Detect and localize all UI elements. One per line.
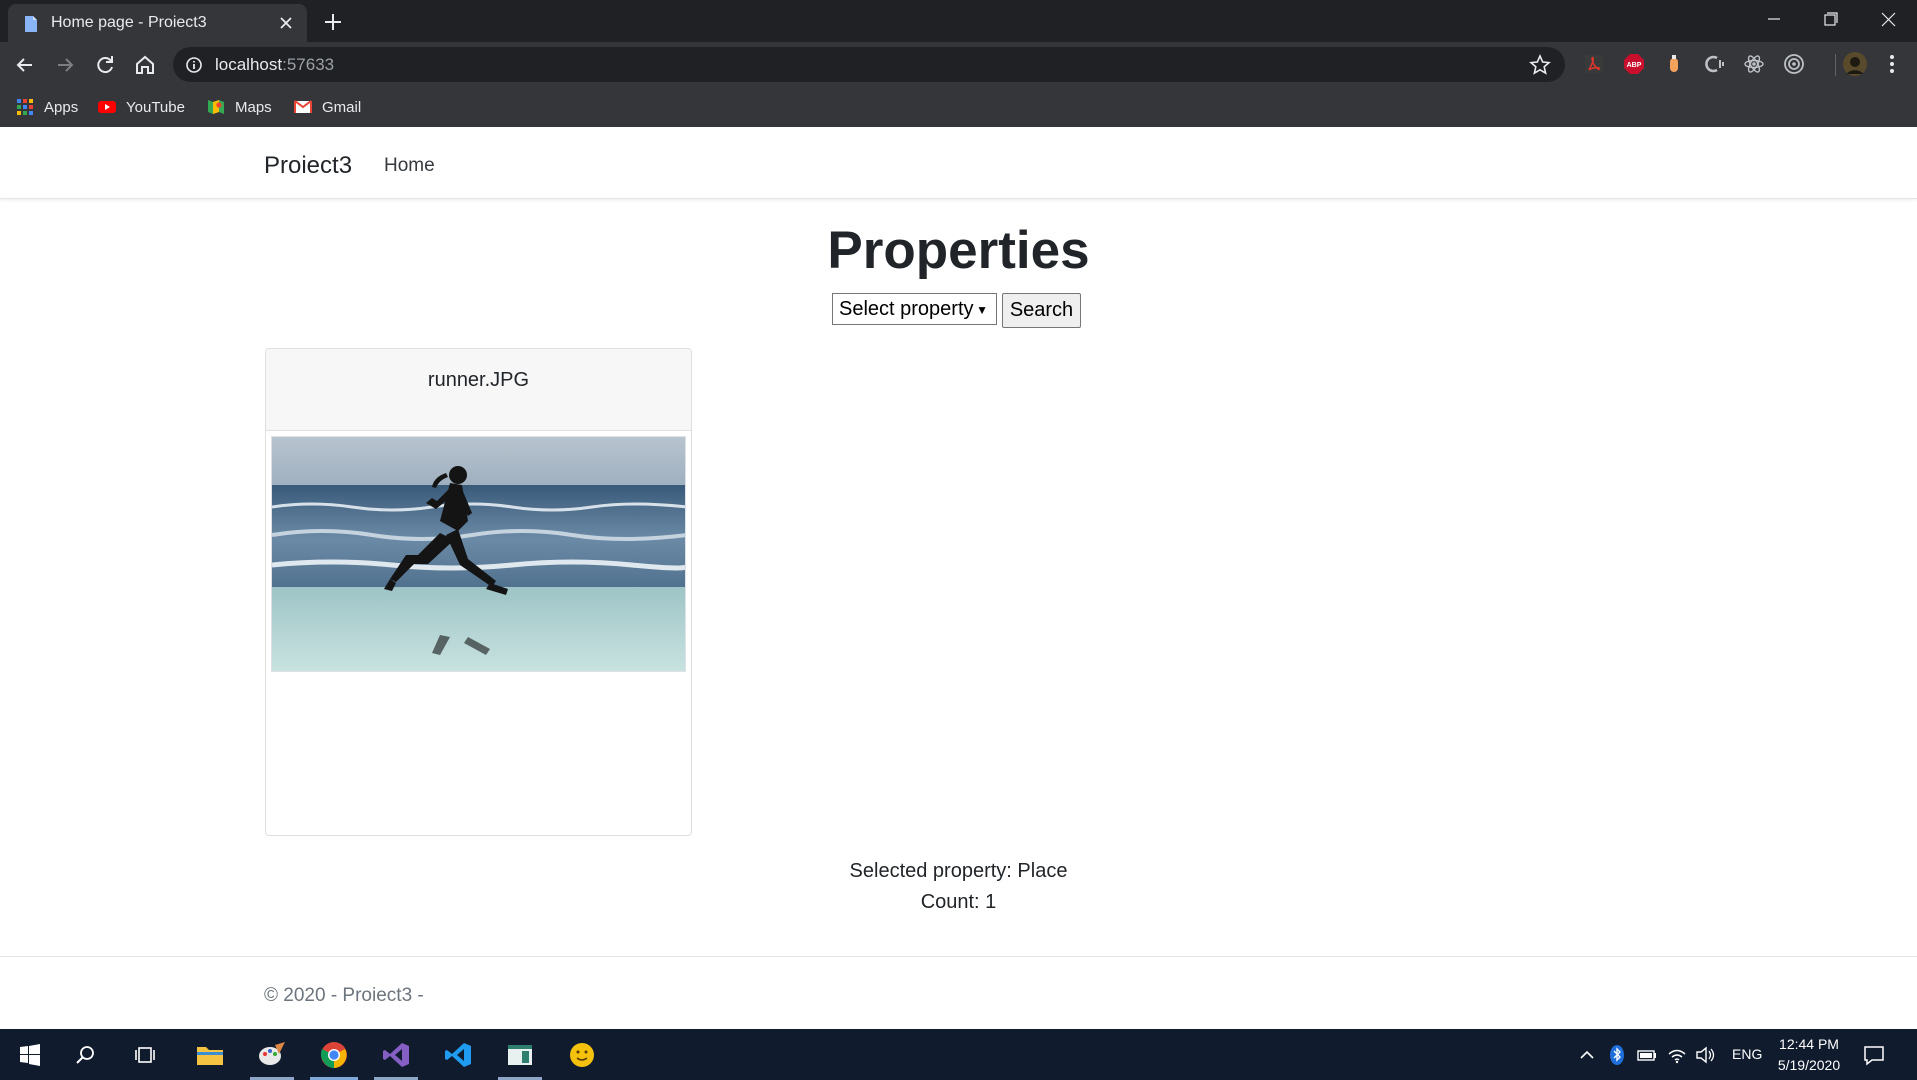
target-extension-icon[interactable] [1782,52,1806,76]
apps-grid-icon [17,99,33,115]
chrome-icon [320,1041,347,1068]
search-icon [76,1045,94,1064]
browser-titlebar: Home page - Proiect3 [0,0,1917,42]
home-icon[interactable] [132,52,158,78]
search-button[interactable]: Search [1002,293,1081,328]
clock-time: 12:44 PM [1779,1036,1839,1052]
bookmark-label: Gmail [322,98,362,116]
browser-toolbar: localhost:57633 ABP [0,42,1917,87]
maps-icon [208,100,224,114]
bookmark-star-icon[interactable] [1529,54,1551,76]
taskbar-file-explorer[interactable] [180,1029,240,1080]
runner-photo [272,437,685,671]
search-form: Select property ▼ Search [832,293,1081,328]
clock-date: 5/19/2020 [1777,1057,1841,1073]
selected-property-text: Selected property: Place [849,860,1068,882]
taskbar-app-window[interactable] [490,1029,550,1080]
pdf-extension-icon[interactable] [1582,52,1606,76]
card-title: runner.JPG [266,349,691,431]
taskbar-vscode[interactable] [428,1029,488,1080]
emoji-icon [570,1042,594,1067]
start-button[interactable] [0,1029,60,1080]
bookmarks-bar: Apps YouTube Maps Gmail [0,87,1917,127]
minimize-icon[interactable] [1745,0,1802,38]
visual-studio-icon [383,1042,409,1067]
new-tab-icon[interactable] [320,9,346,35]
address-bar[interactable]: localhost:57633 [173,47,1565,82]
folder-icon [197,1046,223,1065]
taskbar-emoji-app[interactable] [552,1029,612,1080]
paint-palette-icon [259,1041,285,1065]
gmail-icon [294,100,312,113]
svg-text:ABP: ABP [1627,62,1642,69]
reload-icon[interactable] [92,52,118,78]
restore-icon[interactable] [1802,0,1859,38]
extension-bottle-icon[interactable] [1662,52,1686,76]
url-text: localhost:57633 [215,55,335,74]
taskbar-search-button[interactable] [56,1029,116,1080]
info-icon[interactable] [185,56,203,74]
bookmark-label: Apps [44,98,79,116]
bookmark-label: YouTube [126,98,185,116]
runner-image [271,436,686,672]
task-view-button[interactable] [116,1029,176,1080]
property-select[interactable]: Select property ▼ [832,293,997,325]
windows-taskbar: ENG 12:44 PM 5/19/2020 [0,1029,1917,1080]
count-text: Count: 1 [920,891,997,913]
page-title: Properties [827,221,1090,280]
volume-icon[interactable] [1694,1044,1716,1066]
taskbar-visual-studio[interactable] [366,1029,426,1080]
footer-divider [0,956,1917,957]
bookmark-maps[interactable]: Maps [207,96,272,118]
vscode-icon [445,1042,471,1067]
task-view-icon [135,1046,155,1063]
tab-title: Home page - Proiect3 [51,14,207,31]
chevron-down-icon: ▼ [976,303,988,317]
notifications-icon[interactable] [1862,1043,1886,1067]
forward-icon[interactable] [52,52,78,78]
page-icon [25,16,37,32]
taskbar-paint-app[interactable] [242,1029,302,1080]
bluetooth-icon[interactable] [1606,1044,1628,1066]
system-clock[interactable]: 12:44 PM 5/19/2020 [1772,1034,1846,1076]
app-window-icon [508,1044,532,1065]
image-card: runner.JPG [265,348,692,836]
windows-logo-icon [20,1043,40,1066]
site-brand-link[interactable]: Proiect3 [264,152,352,180]
chevron-up-icon[interactable] [1576,1044,1598,1066]
bookmark-label: Maps [235,98,272,116]
extension-c-icon[interactable] [1702,52,1726,76]
footer-text: © 2020 - Proiect3 - [264,985,424,1006]
profile-avatar-icon[interactable] [1842,51,1868,77]
adblock-icon[interactable]: ABP [1622,52,1646,76]
language-indicator[interactable]: ENG [1732,1046,1762,1062]
nav-home-link[interactable]: Home [384,155,435,177]
react-devtools-icon[interactable] [1742,52,1766,76]
battery-icon[interactable] [1636,1044,1658,1066]
bookmark-gmail[interactable]: Gmail [294,96,361,118]
toolbar-divider [1835,54,1836,76]
menu-kebab-icon[interactable] [1880,52,1904,76]
wifi-icon[interactable] [1666,1044,1688,1066]
taskbar-chrome[interactable] [304,1029,364,1080]
site-navbar: Proiect3 Home [0,128,1917,199]
youtube-icon [98,101,116,113]
back-icon[interactable] [12,52,38,78]
bookmark-apps[interactable]: Apps [16,96,78,118]
property-select-value: Select property [839,298,974,320]
close-window-icon[interactable] [1860,0,1917,38]
bookmark-youtube[interactable]: YouTube [98,96,185,118]
close-tab-icon[interactable] [275,12,297,34]
browser-tab[interactable]: Home page - Proiect3 [8,4,307,42]
